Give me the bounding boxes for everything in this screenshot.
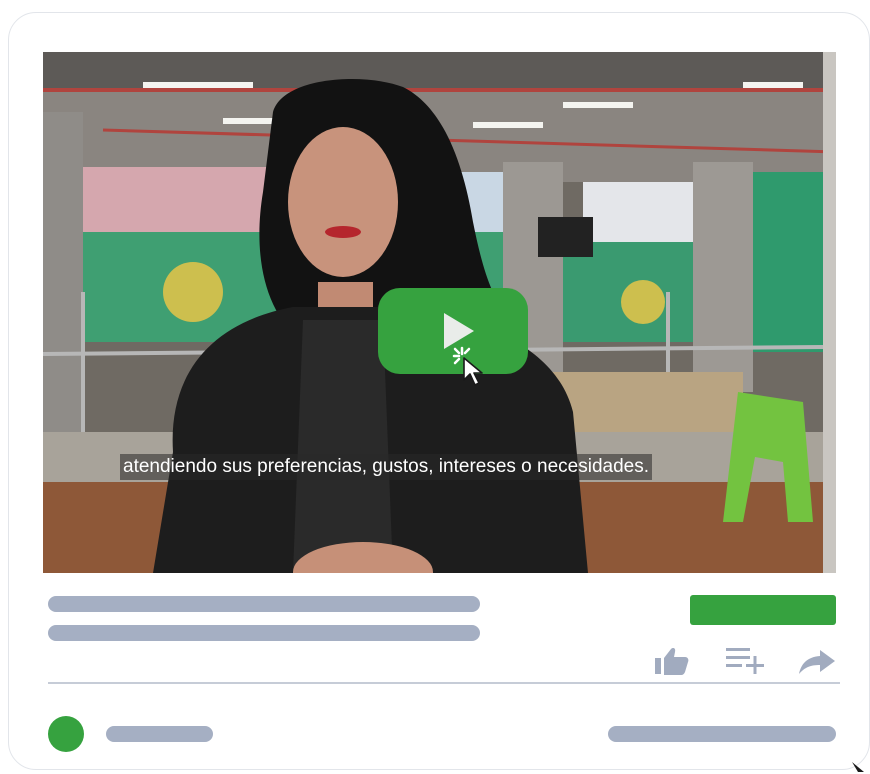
title-placeholder-line-2 [48, 625, 480, 641]
divider [48, 682, 840, 684]
video-player[interactable] [43, 52, 836, 573]
thumbs-up-icon[interactable] [654, 646, 690, 676]
channel-name-placeholder [106, 726, 213, 742]
pointer-cursor-icon [452, 346, 483, 386]
share-icon[interactable] [798, 648, 836, 676]
meta-placeholder [608, 726, 836, 742]
avatar[interactable] [48, 716, 84, 752]
video-subtitle: atendiendo sus preferencias, gustos, int… [120, 454, 652, 480]
subscribe-button[interactable] [690, 595, 836, 625]
resize-cursor-icon [852, 762, 864, 772]
playlist-add-icon[interactable] [724, 645, 766, 677]
title-placeholder-line-1 [48, 596, 480, 612]
